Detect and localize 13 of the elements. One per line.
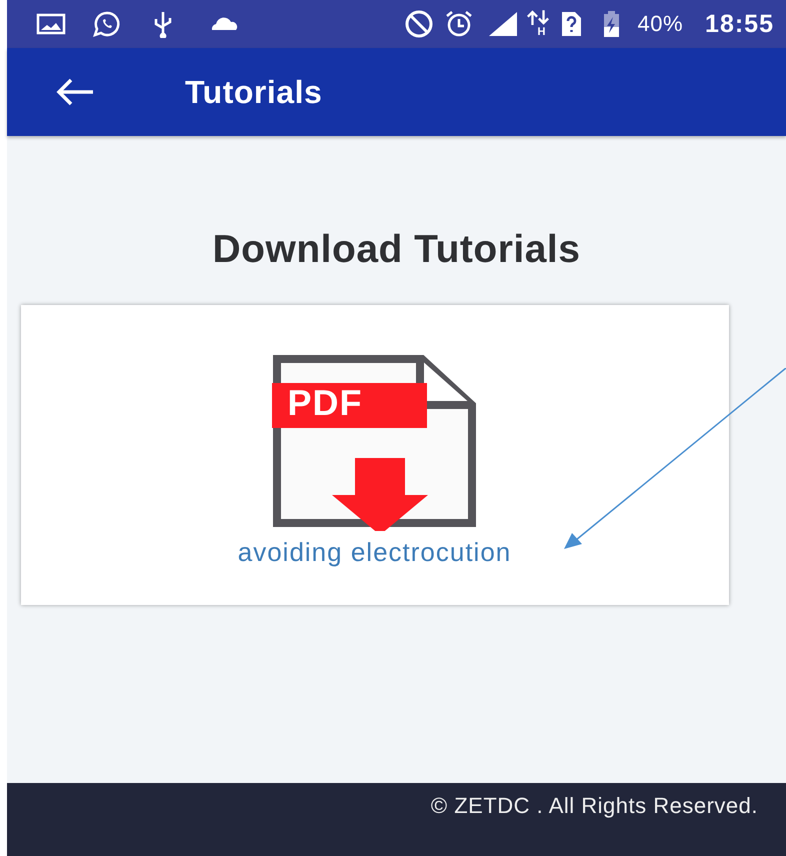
data-arrows-icon [526,10,550,27]
pdf-download-icon[interactable] [272,355,478,531]
pdf-label: PDF [288,385,362,421]
battery-percentage: 40% [638,11,684,37]
clock-time: 18:55 [705,10,774,38]
section-heading: Download Tutorials [212,228,580,272]
page-title: Tutorials [185,74,322,110]
network-type-label: H [538,26,546,38]
tutorial-link[interactable]: avoiding electrocution [238,537,512,568]
back-button[interactable] [55,77,95,107]
do-not-disturb-icon [404,10,434,38]
alarm-clock-icon [444,10,474,38]
copyright-text: © ZETDC . All Rights Reserved. [430,793,758,820]
